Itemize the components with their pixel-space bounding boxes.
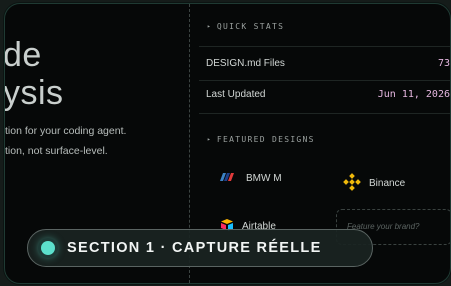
hero-subtitle-line-2: tion, not surface-level. (5, 145, 108, 157)
divider (199, 113, 450, 114)
bmw-m-logo-icon (218, 173, 238, 184)
design-name-bmw-m: BMW M (246, 173, 282, 185)
featured-designs-heading: ▸ FEATURED DESIGNS (207, 135, 315, 144)
hero-subtitle-line-1: tion for your coding agent. (5, 125, 127, 137)
stat-label-files: DESIGN.md Files (206, 58, 285, 69)
quick-stats-heading: ▸ QUICK STATS (207, 22, 284, 31)
featured-designs-label: FEATURED DESIGNS (216, 135, 315, 144)
status-dot-icon (41, 241, 55, 255)
design-name-binance: Binance (369, 178, 406, 190)
section-badge: SECTION 1 · CAPTURE RÉELLE (27, 229, 373, 267)
triangle-bullet-icon: ▸ (207, 136, 212, 143)
stat-value-updated: Jun 11, 2026 (377, 89, 450, 100)
triangle-bullet-icon: ▸ (207, 23, 212, 30)
quick-stats-label: QUICK STATS (216, 22, 285, 31)
binance-logo-icon (343, 173, 361, 194)
design-link-binance[interactable]: Binance (343, 173, 405, 194)
divider (199, 80, 450, 81)
section-badge-label: SECTION 1 · CAPTURE RÉELLE (67, 240, 322, 256)
hero-title-line-2: ysis (4, 74, 64, 112)
screenshot-frame: de ysis tion for your coding agent. tion… (4, 3, 451, 284)
divider (199, 46, 450, 47)
hero-title-line-1: de (4, 36, 42, 74)
stat-value-files: 73 (437, 58, 450, 69)
stat-label-updated: Last Updated (206, 89, 266, 100)
design-link-bmw-m[interactable]: BMW M (218, 173, 282, 184)
